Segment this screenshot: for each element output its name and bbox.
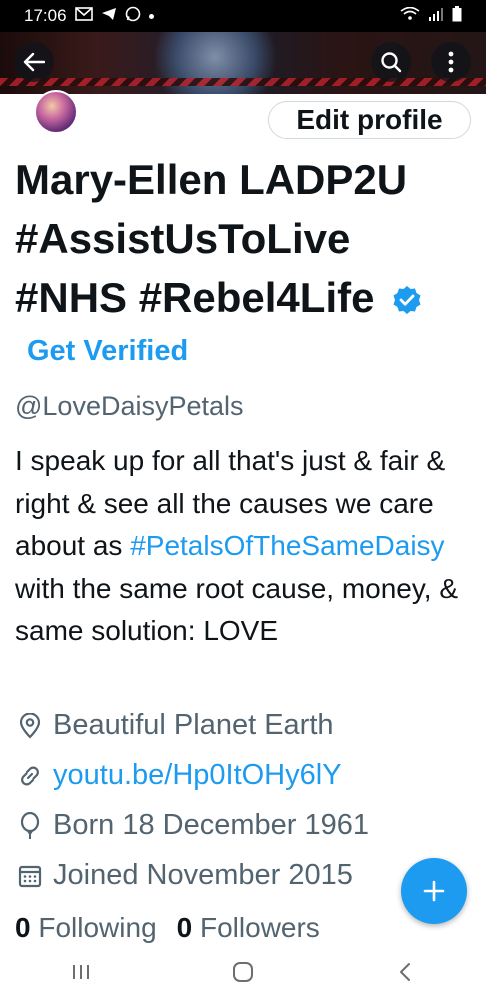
system-back-button[interactable] bbox=[375, 952, 435, 992]
home-button[interactable] bbox=[213, 952, 273, 992]
telegram-icon bbox=[101, 6, 117, 26]
birthday-text: Born 18 December 1961 bbox=[53, 809, 369, 841]
display-name: Mary-Ellen LADP2U #AssistUsToLive #NHS #… bbox=[15, 150, 475, 330]
follow-stats: 0 Following 0 Followers bbox=[15, 912, 320, 944]
more-options-button[interactable] bbox=[431, 42, 471, 82]
get-verified-link[interactable]: Get Verified bbox=[27, 335, 188, 368]
display-name-line-3-wrap: #NHS #Rebel4Life bbox=[15, 268, 475, 330]
display-name-line-1: Mary-Ellen LADP2U bbox=[15, 156, 408, 203]
status-time: 17:06 bbox=[24, 6, 67, 25]
display-name-line-2: #AssistUsToLive bbox=[15, 215, 351, 262]
profile-handle: @LoveDaisyPetals bbox=[15, 391, 244, 421]
search-icon bbox=[381, 52, 402, 73]
followers-count: 0 bbox=[176, 912, 193, 943]
status-bar: 17:06 bbox=[0, 0, 486, 32]
edit-profile-button[interactable]: Edit profile bbox=[268, 101, 471, 139]
signal-icon bbox=[428, 6, 444, 26]
whatsapp-icon bbox=[125, 6, 141, 27]
website-row: youtu.be/Hp0ItOHy6lY bbox=[15, 759, 342, 792]
system-navigation-bar bbox=[0, 944, 486, 1000]
chevron-left-icon bbox=[400, 963, 410, 981]
joined-row: Joined November 2015 bbox=[15, 859, 353, 892]
followers-stat[interactable]: 0 Followers bbox=[177, 912, 320, 944]
battery-icon bbox=[452, 5, 462, 27]
profile-banner bbox=[0, 32, 486, 94]
joined-text: Joined November 2015 bbox=[53, 859, 353, 891]
plus-icon bbox=[423, 880, 445, 902]
status-left: 17:06 bbox=[24, 6, 154, 27]
wifi-icon bbox=[400, 6, 420, 26]
banner-stripe bbox=[0, 78, 486, 86]
profile-bio: I speak up for all that's just & fair & … bbox=[15, 440, 485, 653]
location-text: Beautiful Planet Earth bbox=[53, 709, 334, 741]
bio-hashtag-link[interactable]: #PetalsOfTheSameDaisy bbox=[130, 530, 444, 561]
following-stat[interactable]: 0 Following bbox=[15, 912, 157, 944]
notification-dot-icon bbox=[148, 13, 154, 19]
compose-button[interactable] bbox=[401, 858, 467, 924]
back-button[interactable] bbox=[14, 42, 54, 82]
website-link[interactable]: youtu.be/Hp0ItOHy6lY bbox=[53, 759, 342, 792]
avatar[interactable] bbox=[34, 90, 78, 134]
display-name-line-3: #NHS #Rebel4Life bbox=[15, 274, 375, 321]
following-count: 0 bbox=[15, 912, 31, 943]
recent-apps-button[interactable] bbox=[51, 952, 111, 992]
mail-icon bbox=[74, 6, 93, 26]
followers-label: Followers bbox=[200, 912, 320, 943]
location-pin-icon bbox=[15, 711, 45, 741]
following-label: Following bbox=[38, 912, 157, 943]
link-icon bbox=[15, 761, 45, 791]
verified-badge-icon[interactable] bbox=[392, 271, 422, 330]
recent-apps-icon bbox=[73, 965, 89, 979]
more-vertical-icon bbox=[448, 51, 454, 73]
bio-text-part-2: with the same root cause, money, & same … bbox=[15, 572, 459, 647]
birthday-row: Born 18 December 1961 bbox=[15, 809, 369, 842]
balloon-icon bbox=[15, 811, 45, 841]
status-right bbox=[400, 5, 462, 27]
location-row: Beautiful Planet Earth bbox=[15, 709, 334, 742]
calendar-icon bbox=[15, 861, 45, 891]
home-icon bbox=[233, 962, 253, 982]
search-button[interactable] bbox=[371, 42, 411, 82]
back-arrow-icon bbox=[23, 52, 45, 72]
